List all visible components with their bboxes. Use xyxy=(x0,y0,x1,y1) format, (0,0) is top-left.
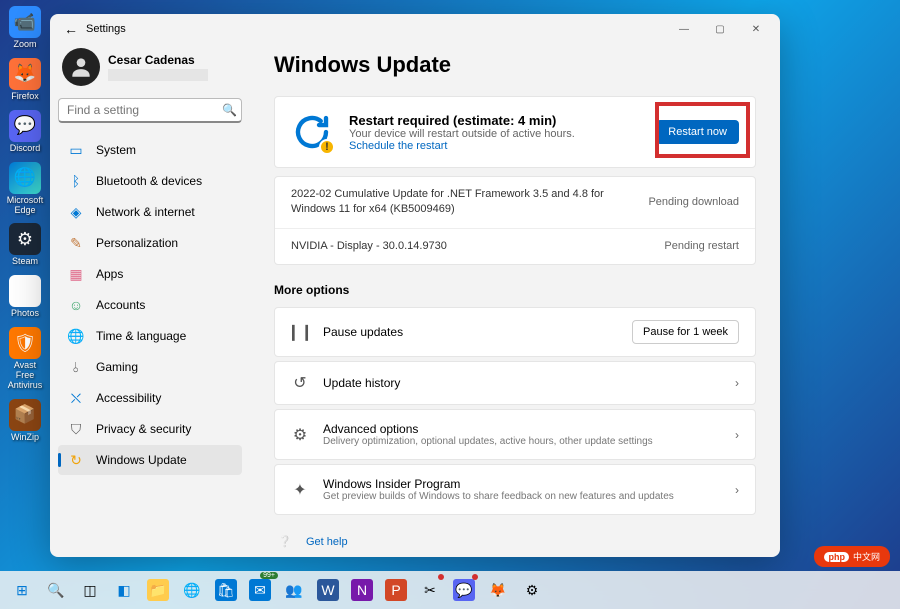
close-button[interactable]: ✕ xyxy=(738,14,774,44)
restart-subtitle: Your device will restart outside of acti… xyxy=(349,128,640,140)
nav-network[interactable]: ◈Network & internet xyxy=(58,197,242,227)
gear-icon: ⚙ xyxy=(291,426,309,444)
pause-updates-option[interactable]: ❙❙ Pause updates Pause for 1 week xyxy=(274,307,756,357)
profile-email xyxy=(108,69,208,81)
settings-window: ← Settings — ▢ ✕ Cesar Cadenas 🔍 xyxy=(50,14,780,557)
taskbar-snip[interactable]: ✂ xyxy=(414,574,446,606)
taskbar-powerpoint[interactable]: P xyxy=(380,574,412,606)
pause-week-button[interactable]: Pause for 1 week xyxy=(632,320,739,344)
desktop-icon-photos[interactable]: 🖼Photos xyxy=(4,273,46,321)
chevron-right-icon: › xyxy=(735,428,739,442)
restart-title: Restart required (estimate: 4 min) xyxy=(349,113,640,128)
avatar xyxy=(62,48,100,86)
desktop-icon-firefox[interactable]: 🦊Firefox xyxy=(4,56,46,104)
taskbar-discord[interactable]: 💬 xyxy=(448,574,480,606)
apps-icon: ▦ xyxy=(68,266,84,282)
search-box[interactable]: 🔍 xyxy=(58,98,242,123)
maximize-button[interactable]: ▢ xyxy=(702,14,738,44)
restart-card: ! Restart required (estimate: 4 min) You… xyxy=(274,96,756,168)
schedule-restart-link[interactable]: Schedule the restart xyxy=(349,140,640,152)
restart-now-button[interactable]: Restart now xyxy=(656,120,739,144)
taskbar-search[interactable]: 🔍 xyxy=(40,574,72,606)
update-row: NVIDIA - Display - 30.0.14.9730 Pending … xyxy=(275,229,755,264)
nav-personalization[interactable]: ✎Personalization xyxy=(58,228,242,258)
chevron-right-icon: › xyxy=(735,483,739,497)
taskbar: ⊞ 🔍 ◫ ◧ 📁 🌐 🛍 ✉99+ 👥 W N P ✂ 💬 🦊 ⚙ xyxy=(0,571,900,609)
get-help-link[interactable]: ❔Get help xyxy=(274,529,756,554)
watermark: 中文网 xyxy=(814,546,890,567)
nav-accessibility[interactable]: ⛌Accessibility xyxy=(58,383,242,413)
taskbar-teams[interactable]: 👥 xyxy=(278,574,310,606)
sidebar: Cesar Cadenas 🔍 ▭System ᛒBluetooth & dev… xyxy=(50,44,250,557)
taskbar-store[interactable]: 🛍 xyxy=(210,574,242,606)
nav-windows-update[interactable]: ↻Windows Update xyxy=(58,445,242,475)
window-controls: — ▢ ✕ xyxy=(666,14,774,44)
update-status: Pending restart xyxy=(664,240,739,252)
profile[interactable]: Cesar Cadenas xyxy=(58,44,242,94)
profile-name: Cesar Cadenas xyxy=(108,53,238,67)
brush-icon: ✎ xyxy=(68,235,84,251)
accessibility-icon: ⛌ xyxy=(68,390,84,406)
taskbar-onenote[interactable]: N xyxy=(346,574,378,606)
desktop-icon-zoom[interactable]: 📹Zoom xyxy=(4,4,46,52)
gaming-icon: ⫰ xyxy=(68,359,84,375)
widgets[interactable]: ◧ xyxy=(108,574,140,606)
update-status: Pending download xyxy=(648,196,739,208)
window-title: Settings xyxy=(86,23,666,35)
titlebar: ← Settings — ▢ ✕ xyxy=(50,14,780,44)
page-title: Windows Update xyxy=(274,52,756,78)
update-icon: ↻ xyxy=(68,452,84,468)
taskbar-firefox[interactable]: 🦊 xyxy=(482,574,514,606)
nav-time[interactable]: 🌐Time & language xyxy=(58,321,242,351)
pending-updates-list: 2022-02 Cumulative Update for .NET Frame… xyxy=(274,176,756,265)
desktop-icon-edge[interactable]: 🌐Microsoft Edge xyxy=(4,160,46,218)
nav-privacy[interactable]: ⛉Privacy & security xyxy=(58,414,242,444)
taskbar-explorer[interactable]: 📁 xyxy=(142,574,174,606)
desktop-icon-avast[interactable]: 🛡Avast Free Antivirus xyxy=(4,325,46,393)
system-icon: ▭ xyxy=(68,142,84,158)
desktop-icons: 📹Zoom 🦊Firefox 💬Discord 🌐Microsoft Edge … xyxy=(0,0,50,449)
nav-bluetooth[interactable]: ᛒBluetooth & devices xyxy=(58,166,242,196)
desktop-icon-winzip[interactable]: 📦WinZip xyxy=(4,397,46,445)
back-button[interactable]: ← xyxy=(56,21,86,37)
bluetooth-icon: ᛒ xyxy=(68,173,84,189)
minimize-button[interactable]: — xyxy=(666,14,702,44)
start-button[interactable]: ⊞ xyxy=(6,574,38,606)
help-icon: ❔ xyxy=(278,535,294,548)
update-row: 2022-02 Cumulative Update for .NET Frame… xyxy=(275,177,755,229)
insider-program-option[interactable]: ✦ Windows Insider Program Get preview bu… xyxy=(274,464,756,515)
history-icon: ↺ xyxy=(291,374,309,392)
taskbar-mail[interactable]: ✉99+ xyxy=(244,574,276,606)
nav-accounts[interactable]: ☺Accounts xyxy=(58,290,242,320)
desktop-icon-steam[interactable]: ⚙Steam xyxy=(4,221,46,269)
taskbar-settings[interactable]: ⚙ xyxy=(516,574,548,606)
help-links: ❔Get help ✉Give feedback xyxy=(274,529,756,557)
update-status-icon: ! xyxy=(291,111,333,153)
nav-gaming[interactable]: ⫰Gaming xyxy=(58,352,242,382)
search-icon: 🔍 xyxy=(222,103,237,117)
search-input[interactable] xyxy=(67,103,222,117)
person-icon: ☺ xyxy=(68,297,84,313)
insider-icon: ✦ xyxy=(291,481,309,499)
nav-apps[interactable]: ▦Apps xyxy=(58,259,242,289)
shield-icon: ⛉ xyxy=(68,421,84,437)
task-view[interactable]: ◫ xyxy=(74,574,106,606)
more-options-heading: More options xyxy=(274,283,756,297)
warning-badge-icon: ! xyxy=(319,139,335,155)
globe-icon: 🌐 xyxy=(68,328,84,344)
advanced-options[interactable]: ⚙ Advanced options Delivery optimization… xyxy=(274,409,756,460)
pause-icon: ❙❙ xyxy=(291,323,309,341)
update-history-option[interactable]: ↺ Update history › xyxy=(274,361,756,405)
wifi-icon: ◈ xyxy=(68,204,84,220)
nav-system[interactable]: ▭System xyxy=(58,135,242,165)
main-content: Windows Update ! Restart required (estim… xyxy=(250,44,780,557)
taskbar-edge[interactable]: 🌐 xyxy=(176,574,208,606)
chevron-right-icon: › xyxy=(735,376,739,390)
taskbar-word[interactable]: W xyxy=(312,574,344,606)
desktop-icon-discord[interactable]: 💬Discord xyxy=(4,108,46,156)
give-feedback-link[interactable]: ✉Give feedback xyxy=(274,554,756,557)
